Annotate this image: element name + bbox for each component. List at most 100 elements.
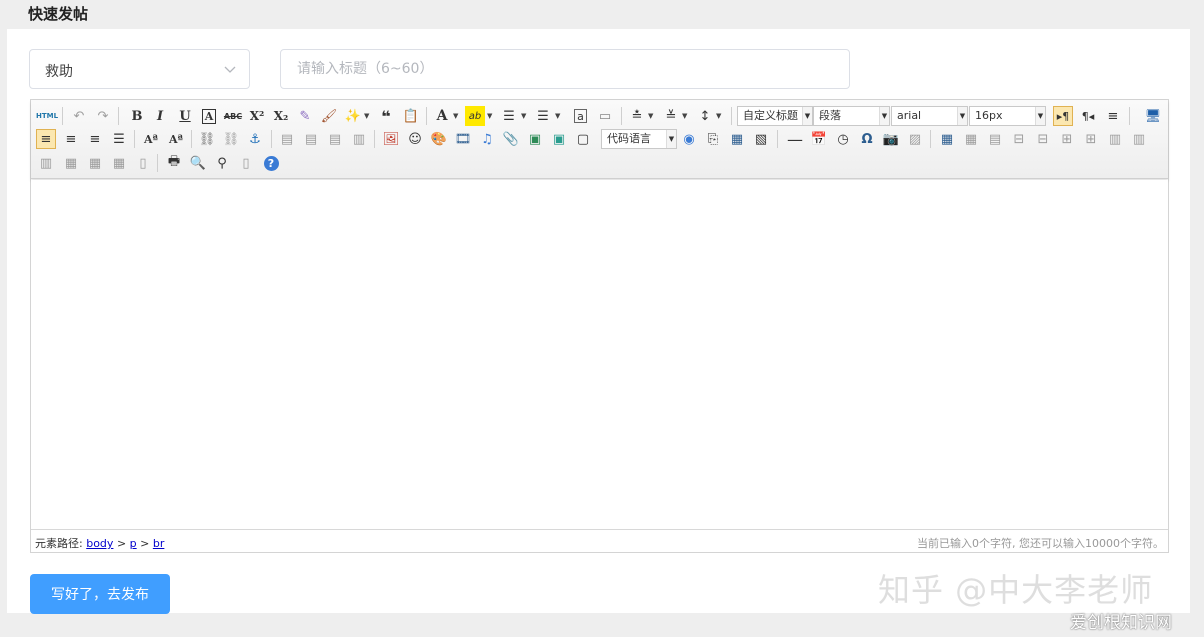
music-icon[interactable]: ♫ xyxy=(477,129,497,149)
forecolor-caret-icon[interactable]: ▼ xyxy=(453,112,460,120)
print-icon[interactable]: 🖶 xyxy=(164,153,184,173)
fontborder-button[interactable]: A xyxy=(199,106,219,126)
underline-button[interactable]: U xyxy=(175,106,195,126)
insert-row-icon[interactable]: ⊟ xyxy=(1009,129,1029,149)
font-size-combo[interactable]: 16px ▼ xyxy=(969,106,1046,126)
image-right-icon[interactable]: ▤ xyxy=(325,129,345,149)
source-button[interactable]: HTML xyxy=(36,106,58,126)
row-spacing-bottom-icon[interactable]: ≚ xyxy=(661,106,681,126)
background-icon[interactable]: ▧ xyxy=(751,129,771,149)
unordered-list-caret-icon[interactable]: ▼ xyxy=(555,112,562,120)
date-icon[interactable]: 📅 xyxy=(809,129,829,149)
ordered-list-caret-icon[interactable]: ▼ xyxy=(521,112,528,120)
unlink-icon[interactable]: ⛓ xyxy=(221,129,241,149)
strikethrough-button[interactable]: ABC xyxy=(223,106,243,126)
insert-col-icon[interactable]: ⊞ xyxy=(1057,129,1077,149)
backcolor-button[interactable]: ab xyxy=(465,106,485,126)
line-height-icon[interactable]: ↕ xyxy=(695,106,715,126)
editor-content-area[interactable] xyxy=(31,180,1168,529)
page-break-icon[interactable]: ⎘ xyxy=(703,129,723,149)
category-select[interactable]: 救助 xyxy=(29,49,250,89)
map-icon[interactable]: ▣ xyxy=(525,129,545,149)
delete-row-icon[interactable]: ⊟ xyxy=(1033,129,1053,149)
preview-icon[interactable]: 🔍 xyxy=(188,153,208,173)
word-image-icon[interactable]: ▨ xyxy=(905,129,925,149)
gmap-icon[interactable]: ▣ xyxy=(549,129,569,149)
drafts-icon[interactable]: ▯ xyxy=(236,153,256,173)
insert-image-icon[interactable]: 🖼 xyxy=(381,129,401,149)
web-app-icon[interactable]: ◉ xyxy=(679,129,699,149)
merge-cells-icon[interactable]: ▥ xyxy=(1105,129,1125,149)
blockquote-button[interactable]: ❝ xyxy=(376,106,396,126)
split-cols-icon[interactable]: ▦ xyxy=(109,153,129,173)
path-link-body[interactable]: body xyxy=(86,537,113,550)
superscript-button[interactable]: X² xyxy=(247,106,267,126)
auto-format-caret-icon[interactable]: ▼ xyxy=(364,112,371,120)
snapscreen-icon[interactable]: 📷 xyxy=(881,129,901,149)
code-language-combo[interactable]: 代码语言 ▼ xyxy=(601,129,677,149)
special-chars-icon[interactable]: Ω xyxy=(857,129,877,149)
delete-table-icon[interactable]: ▦ xyxy=(961,129,981,149)
subscript-button[interactable]: X₂ xyxy=(271,106,291,126)
line-height-caret-icon[interactable]: ▼ xyxy=(716,112,723,120)
template-icon[interactable]: ▦ xyxy=(727,129,747,149)
publish-button[interactable]: 写好了，去发布 xyxy=(30,574,170,614)
row-spacing-top-icon[interactable]: ≛ xyxy=(627,106,647,126)
insert-frame-icon[interactable]: ▢ xyxy=(573,129,593,149)
merge-right-icon[interactable]: ▥ xyxy=(1129,129,1149,149)
custom-style-combo[interactable]: 自定义标题 ▼ xyxy=(737,106,813,126)
eraser-icon[interactable]: ✎ xyxy=(295,106,315,126)
search-replace-icon[interactable]: ⚲ xyxy=(212,153,232,173)
to-uppercase-icon[interactable]: Aª xyxy=(141,129,161,149)
emotion-icon[interactable]: ☺ xyxy=(405,129,425,149)
to-lowercase-icon[interactable]: Aª xyxy=(166,129,186,149)
delete-col-icon[interactable]: ⊞ xyxy=(1081,129,1101,149)
direction-rtl-icon[interactable]: ¶◂ xyxy=(1078,106,1098,126)
image-left-icon[interactable]: ▤ xyxy=(301,129,321,149)
indent-icon[interactable]: ≡ xyxy=(1103,106,1123,126)
anchor-icon[interactable]: ⚓ xyxy=(245,129,265,149)
insert-paragraph-before-table-icon[interactable]: ▤ xyxy=(985,129,1005,149)
italic-button[interactable]: I xyxy=(150,106,170,126)
paragraph-combo[interactable]: 段落 ▼ xyxy=(813,106,890,126)
backcolor-caret-icon[interactable]: ▼ xyxy=(487,112,494,120)
row-spacing-top-caret-icon[interactable]: ▼ xyxy=(648,112,655,120)
merge-down-icon[interactable]: ▥ xyxy=(36,153,56,173)
row-spacing-bottom-caret-icon[interactable]: ▼ xyxy=(682,112,689,120)
undo-button[interactable]: ↶ xyxy=(69,106,89,126)
fullscreen-icon[interactable]: 🖥 xyxy=(1143,106,1163,126)
split-rows-icon[interactable]: ▦ xyxy=(85,153,105,173)
combo-arrow-icon: ▼ xyxy=(666,130,676,148)
align-justify-icon[interactable]: ☰ xyxy=(109,129,129,149)
unordered-list-icon[interactable]: ☰ xyxy=(533,106,553,126)
direction-ltr-icon[interactable]: ▸¶ xyxy=(1053,106,1073,126)
image-none-icon[interactable]: ▤ xyxy=(277,129,297,149)
time-icon[interactable]: ◷ xyxy=(833,129,853,149)
auto-format-icon[interactable]: ✨ xyxy=(343,106,363,126)
ordered-list-icon[interactable]: ☰ xyxy=(499,106,519,126)
image-center-icon[interactable]: ▥ xyxy=(349,129,369,149)
paste-text-icon[interactable]: 📋 xyxy=(401,106,421,126)
horizontal-rule-icon[interactable]: — xyxy=(785,129,805,149)
attachment-icon[interactable]: 📎 xyxy=(501,129,521,149)
redo-button[interactable]: ↷ xyxy=(93,106,113,126)
forecolor-button[interactable]: A xyxy=(432,106,452,126)
split-cells-icon[interactable]: ▦ xyxy=(61,153,81,173)
path-link-p[interactable]: p xyxy=(130,537,137,550)
path-link-br[interactable]: br xyxy=(153,537,165,550)
bold-button[interactable]: B xyxy=(127,106,147,126)
align-right-icon[interactable]: ≡ xyxy=(85,129,105,149)
format-brush-icon[interactable]: 🖌 xyxy=(319,106,339,126)
chart-icon[interactable]: ▯ xyxy=(133,153,153,173)
insert-table-icon[interactable]: ▦ xyxy=(937,129,957,149)
help-icon[interactable]: ? xyxy=(261,153,281,173)
align-center-icon[interactable]: ≡ xyxy=(61,129,81,149)
title-input[interactable] xyxy=(280,49,850,89)
insert-video-icon[interactable]: 🎞 xyxy=(453,129,473,149)
link-icon[interactable]: ⛓ xyxy=(197,129,217,149)
clear-doc-icon[interactable]: ▭ xyxy=(595,106,615,126)
align-left-icon[interactable]: ≡ xyxy=(36,129,56,149)
select-all-icon[interactable]: a xyxy=(574,109,587,123)
font-family-combo[interactable]: arial ▼ xyxy=(891,106,968,126)
scrawl-icon[interactable]: 🎨 xyxy=(429,129,449,149)
